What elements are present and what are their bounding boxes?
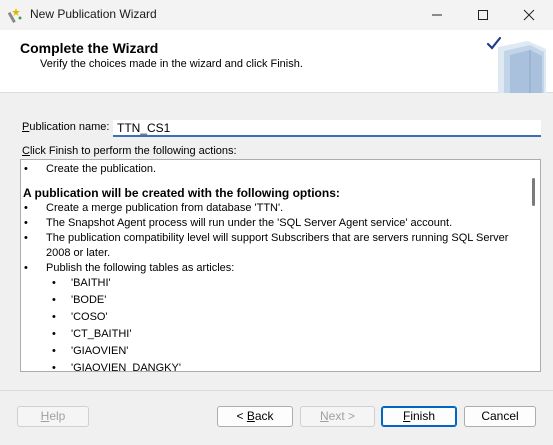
maximize-button[interactable] [460,0,506,30]
publication-name-field[interactable] [113,120,541,137]
actions-label: Click Finish to perform the following ac… [22,145,237,157]
table-article-item: • 'BODE' [52,294,107,306]
finish-button[interactable]: Finish [381,406,457,427]
table-article-item: • 'COSO' [52,311,108,323]
page-subtitle: Verify the choices made in the wizard an… [40,58,303,70]
window-title: New Publication Wizard [30,7,157,21]
list-item: • Create a merge publication from databas… [24,202,284,214]
next-button[interactable]: Next > [300,406,375,427]
actions-summary-box[interactable]: • Create the publication. A publication w… [20,159,541,372]
scrollbar-thumb[interactable] [532,178,535,206]
close-icon [523,9,535,21]
table-article-item: • 'GIAOVIEN_DANGKY' [52,362,181,372]
list-item: • Create the publication. [24,163,157,175]
list-item: • The Snapshot Agent process will run und… [24,217,453,229]
cancel-button[interactable]: Cancel [464,406,536,427]
close-button[interactable] [506,0,552,30]
table-article-item: • 'GIAOVIEN' [52,345,129,357]
list-item: • Publish the following tables as article… [24,262,235,274]
options-heading: A publication will be created with the f… [23,186,340,200]
footer-divider [0,390,553,391]
actions-list: • Create the publication. A publication w… [21,162,526,372]
wizard-header: Complete the Wizard Verify the choices m… [0,30,553,93]
maximize-icon [478,10,488,20]
minimize-button[interactable] [414,0,460,30]
table-article-item: • 'CT_BAITHI' [52,328,132,340]
publication-name-label: Publication name: [22,121,110,133]
list-item: • The publication compatibility level wil… [24,232,509,259]
book-checkmark-icon [484,33,550,93]
title-bar: New Publication Wizard [0,0,553,30]
table-article-item: • 'BAITHI' [52,277,111,289]
minimize-icon [432,14,442,16]
help-button[interactable]: Help [17,406,89,427]
vertical-scrollbar[interactable] [524,160,540,371]
page-title: Complete the Wizard [20,40,159,56]
wizard-wand-icon [7,7,23,23]
back-button[interactable]: < Back [217,406,293,427]
